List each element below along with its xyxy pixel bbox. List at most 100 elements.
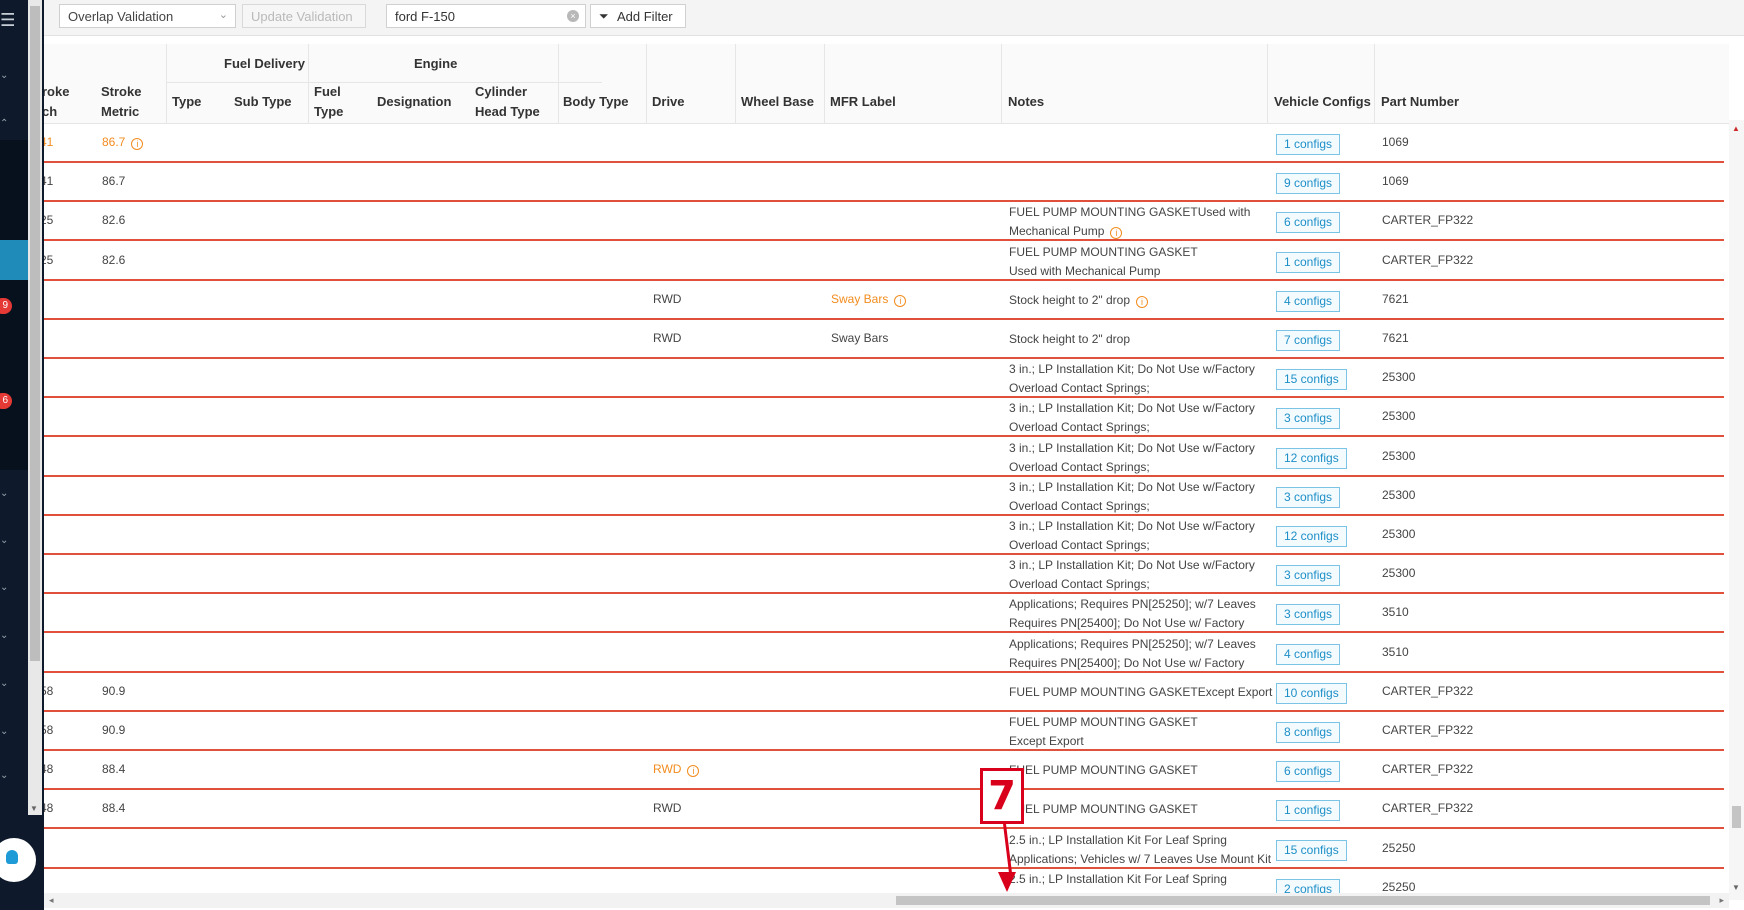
left-sidebar: ☰ ⌄ ⌃ 9 6 ⌄ ⌄ ⌄ ⌄ ⌄ ⌄ ⌄ ▼ xyxy=(0,0,44,910)
chevron-down-icon[interactable]: ⌄ xyxy=(0,770,12,781)
table-row[interactable]: 41 86.7i 1 configs 1069 xyxy=(44,124,1724,163)
hamburger-icon[interactable]: ☰ xyxy=(0,10,14,31)
vehicle-configs-tag[interactable]: 6 configs xyxy=(1276,761,1341,783)
table-row[interactable]: 2.5 in.; LP Installation Kit For Leaf Sp… xyxy=(44,830,1724,869)
vertical-scrollbar[interactable]: ▲ ▼ xyxy=(1729,120,1744,900)
vehicle-configs-tag[interactable]: 8 configs xyxy=(1276,722,1341,743)
cell-part-number: 25300 xyxy=(1382,487,1416,502)
info-icon[interactable]: i xyxy=(1136,295,1149,308)
cell-stroke-inch: 41 xyxy=(44,174,54,189)
info-icon[interactable]: i xyxy=(131,138,144,150)
header-vehicle-configs[interactable]: Vehicle Configs xyxy=(1274,92,1371,112)
table-row[interactable]: 48 88.4 RWDi FUEL PUMP MOUNTING GASKET 6 con… xyxy=(44,751,1724,791)
sidebar-scroll-thumb[interactable] xyxy=(30,6,40,661)
vehicle-configs-tag[interactable]: 15 configs xyxy=(1276,839,1347,861)
header-wheel-base[interactable]: Wheel Base xyxy=(741,92,814,112)
header-sub-type[interactable]: Sub Type xyxy=(234,92,292,112)
header-designation[interactable]: Designation xyxy=(377,92,451,112)
vehicle-configs-tag[interactable]: 15 configs xyxy=(1276,369,1347,391)
header-drive[interactable]: Drive xyxy=(652,92,685,112)
table-row[interactable]: 58 90.9 FUEL PUMP MOUNTING GASKET Except E… xyxy=(44,712,1724,751)
cell-part-number: 3510 xyxy=(1382,644,1409,659)
scroll-down-icon[interactable]: ▼ xyxy=(30,804,38,813)
header-stroke-metric[interactable]: Stroke Metric xyxy=(101,82,141,122)
info-icon[interactable]: i xyxy=(1110,227,1123,240)
vehicle-configs-tag[interactable]: 9 configs xyxy=(1276,173,1341,195)
vehicle-configs-tag[interactable]: 1 configs xyxy=(1276,251,1341,273)
annotation-arrow-head xyxy=(998,872,1016,892)
table-row[interactable]: 25 82.6 FUEL PUMP MOUNTING GASKETUsed with… xyxy=(44,202,1724,242)
cell-drive: RWD xyxy=(653,331,682,345)
search-input[interactable]: ford F-150 × xyxy=(386,4,586,28)
sidebar-active-item[interactable] xyxy=(0,240,28,280)
chevron-down-icon[interactable]: ⌄ xyxy=(0,678,12,689)
header-cylinder-head-type[interactable]: Cylinder Head Type xyxy=(475,82,540,122)
table-row[interactable]: 3 in.; LP Installation Kit; Do Not Use w… xyxy=(44,516,1724,555)
vehicle-configs-tag[interactable]: 4 configs xyxy=(1276,643,1341,665)
vehicle-configs-tag[interactable]: 3 configs xyxy=(1276,565,1341,587)
vehicle-configs-tag[interactable]: 12 configs xyxy=(1276,447,1347,469)
table-row[interactable]: 3 in.; LP Installation Kit; Do Not Use w… xyxy=(44,477,1724,516)
cell-stroke-metric: 90.9 xyxy=(102,723,126,737)
scroll-right-icon[interactable]: ▸ xyxy=(1719,895,1724,906)
cell-part-number: CARTER_FP322 xyxy=(1382,683,1474,698)
clear-icon[interactable]: × xyxy=(567,10,579,22)
table-row[interactable]: 3 in.; LP Installation Kit; Do Not Use w… xyxy=(44,359,1724,399)
scroll-up-icon[interactable]: ▲ xyxy=(1732,124,1740,133)
scroll-left-icon[interactable]: ◂ xyxy=(49,895,54,906)
header-part-number[interactable]: Part Number xyxy=(1381,92,1459,112)
vehicle-configs-tag[interactable]: 7 configs xyxy=(1276,330,1341,351)
chevron-down-icon[interactable]: ⌄ xyxy=(0,630,12,641)
vehicle-configs-tag[interactable]: 4 configs xyxy=(1276,290,1341,312)
table-row[interactable]: Applications; Requires PN[25250]; w/7 Le… xyxy=(44,634,1724,673)
vehicle-configs-tag[interactable]: 12 configs xyxy=(1276,526,1347,547)
cell-stroke-inch: 48 xyxy=(44,801,54,816)
chevron-up-icon[interactable]: ⌃ xyxy=(0,118,12,129)
table-row[interactable]: RWD Sway Bars i Stock height to 2" drop i 4 c… xyxy=(44,281,1724,320)
table-row[interactable]: 3 in.; LP Installation Kit; Do Not Use w… xyxy=(44,398,1724,438)
table-row[interactable]: 58 90.9 FUEL PUMP MOUNTING GASKETExcept Ex… xyxy=(44,673,1724,712)
vehicle-configs-tag[interactable]: 6 configs xyxy=(1276,212,1341,234)
table-row[interactable]: 25 82.6 FUEL PUMP MOUNTING GASKET Used wit… xyxy=(44,242,1724,281)
table-row[interactable]: Applications; Requires PN[25250]; w/7 Le… xyxy=(44,594,1724,634)
vehicle-configs-tag[interactable]: 10 configs xyxy=(1276,682,1347,704)
header-stroke-inch[interactable]: roke ch xyxy=(44,82,69,122)
scroll-down-icon[interactable]: ▼ xyxy=(1732,883,1740,892)
cell-notes: FUEL PUMP MOUNTING GASKETExcept Exporti xyxy=(1009,683,1279,703)
table-row[interactable]: 41 86.7 9 configs 1069 xyxy=(44,163,1724,203)
info-icon[interactable]: i xyxy=(894,294,907,307)
vehicle-configs-tag[interactable]: 3 configs xyxy=(1276,486,1341,508)
header-body-type[interactable]: Body Type xyxy=(563,92,629,112)
sidebar-scrollbar[interactable]: ▼ xyxy=(28,0,42,815)
chevron-down-icon[interactable]: ⌄ xyxy=(0,70,12,81)
vehicle-configs-tag[interactable]: 3 configs xyxy=(1276,604,1341,626)
validation-select[interactable]: Overlap Validation ⌄ xyxy=(59,4,236,28)
horizontal-scroll-thumb[interactable] xyxy=(896,896,1710,905)
vehicle-configs-tag[interactable]: 1 configs xyxy=(1276,134,1341,155)
chevron-down-icon[interactable]: ⌄ xyxy=(0,535,12,546)
header-notes[interactable]: Notes xyxy=(1008,92,1044,112)
chevron-down-icon[interactable]: ⌄ xyxy=(0,726,12,737)
horizontal-scrollbar[interactable]: ◂ ▸ xyxy=(44,893,1729,908)
chevron-down-icon[interactable]: ⌄ xyxy=(0,582,12,593)
table-row[interactable]: 3 in.; LP Installation Kit; Do Not Use w… xyxy=(44,438,1724,477)
table-row[interactable]: 48 88.4 RWD FUEL PUMP MOUNTING GASKET 1 conf… xyxy=(44,790,1724,830)
header-mfr-label[interactable]: MFR Label xyxy=(830,92,896,112)
vehicle-configs-tag[interactable]: 1 configs xyxy=(1276,800,1341,822)
update-validation-button[interactable]: Update Validation xyxy=(242,4,366,28)
cell-notes: 3 in.; LP Installation Kit; Do Not Use w… xyxy=(1009,479,1259,513)
add-filter-button[interactable]: ⏷ Add Filter xyxy=(590,4,686,28)
cell-mfr-label: Sway Bars xyxy=(831,331,889,345)
cell-notes: 3 in.; LP Installation Kit; Do Not Use w… xyxy=(1009,401,1259,435)
vehicle-configs-tag[interactable]: 3 configs xyxy=(1276,408,1341,430)
lightbulb-icon[interactable] xyxy=(0,838,36,882)
cell-stroke-metric: 86.7 i xyxy=(102,133,144,152)
header-type[interactable]: Type xyxy=(172,92,201,112)
vertical-scroll-thumb[interactable] xyxy=(1732,806,1741,828)
chevron-down-icon[interactable]: ⌄ xyxy=(0,488,12,499)
info-icon[interactable]: i xyxy=(687,765,700,778)
header-fuel-type[interactable]: Fuel Type xyxy=(314,82,343,122)
table-row[interactable]: RWD Sway Bars Stock height to 2" drop 7 con… xyxy=(44,320,1724,359)
table-row[interactable]: 3 in.; LP Installation Kit; Do Not Use w… xyxy=(44,555,1724,595)
cell-notes: Stock height to 2" drop i xyxy=(1009,291,1279,311)
